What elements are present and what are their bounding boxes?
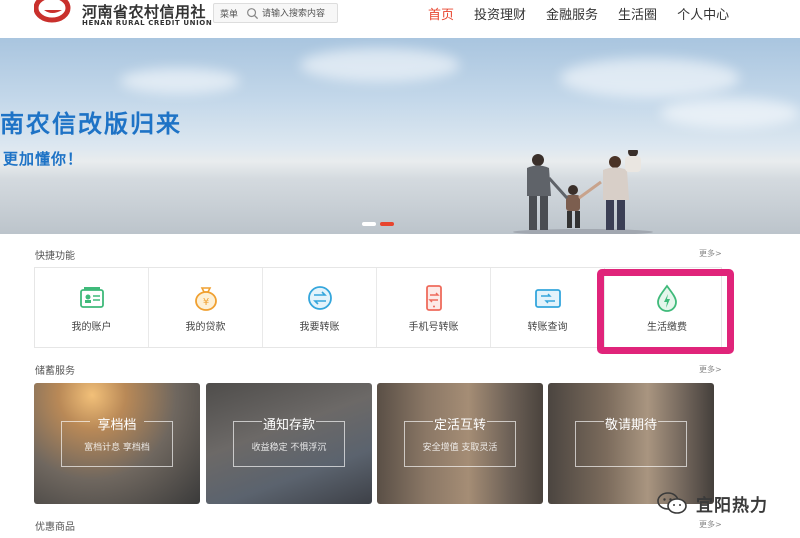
- nav-life-circle[interactable]: 生活圈: [618, 4, 657, 23]
- banner-cloud: [120, 68, 240, 94]
- banner-dot-1[interactable]: [362, 222, 376, 226]
- search-menu-button[interactable]: 菜单: [220, 7, 238, 20]
- banner-cloud: [560, 58, 740, 98]
- quick-item-transfer[interactable]: 我要转账: [263, 268, 377, 347]
- quick-item-label: 我要转账: [299, 322, 340, 333]
- hero-banner[interactable]: 南农信改版归来 更加懂你！: [0, 38, 800, 234]
- quick-item-utility-payment[interactable]: 生活缴费: [605, 268, 719, 347]
- watermark-text: 宜阳热力: [696, 496, 768, 516]
- transfer-icon: [308, 286, 332, 310]
- quick-functions-grid: 我的账户 ¥ 我的贷款 我要转账 手机号转账 转账查询 生活缴费: [34, 267, 722, 348]
- wechat-icon: [657, 492, 687, 514]
- nav-investment[interactable]: 投资理财: [474, 4, 526, 23]
- svg-text:¥: ¥: [203, 297, 209, 308]
- search-input[interactable]: [262, 6, 336, 21]
- search-bar: 菜单: [213, 3, 338, 23]
- quick-functions-more-link[interactable]: 更多>: [699, 248, 722, 259]
- banner-cloud: [300, 48, 460, 82]
- account-card-icon: [80, 287, 104, 308]
- family-photo: [513, 150, 653, 234]
- nav-personal-center[interactable]: 个人中心: [677, 4, 729, 23]
- money-bag-icon: ¥: [195, 287, 217, 311]
- logo-english-name: HENAN RURAL CREDIT UNION: [82, 19, 213, 27]
- bank-logo[interactable]: 河南省农村信用社 HENAN RURAL CREDIT UNION: [34, 0, 212, 30]
- banner-dot-2[interactable]: [380, 222, 394, 226]
- banner-pagination: [362, 222, 398, 228]
- offers-label: 优惠商品: [35, 522, 75, 533]
- savings-card-xiangdangdang[interactable]: 享档档 富档计息 享档档: [34, 383, 200, 504]
- top-header: 河南省农村信用社 HENAN RURAL CREDIT UNION 菜单 首页 …: [0, 0, 800, 38]
- phone-transfer-icon: [426, 285, 442, 311]
- quick-item-label: 我的账户: [71, 322, 112, 333]
- nav-home[interactable]: 首页: [428, 4, 454, 23]
- savings-card-desc: 收益稳定 不惧浮沉: [251, 443, 327, 453]
- quick-item-my-account[interactable]: 我的账户: [35, 268, 149, 347]
- banner-cloud: [660, 98, 800, 128]
- transfer-query-icon: [535, 289, 561, 308]
- wechat-watermark: 宜阳热力: [656, 490, 776, 516]
- banner-title: 南农信改版归来: [0, 110, 182, 138]
- quick-item-phone-transfer[interactable]: 手机号转账: [377, 268, 491, 347]
- savings-card-coming-soon[interactable]: 敬请期待: [548, 383, 714, 504]
- bank-logo-icon: [34, 0, 71, 23]
- utility-bill-icon: [657, 284, 677, 312]
- savings-card-desc: 安全增值 支取灵活: [422, 443, 498, 453]
- savings-services-more-link[interactable]: 更多>: [699, 364, 722, 375]
- quick-functions-label: 快捷功能: [35, 251, 75, 262]
- savings-cards: 享档档 富档计息 享档档 通知存款 收益稳定 不惧浮沉 定活互转 安全增值 支取…: [34, 383, 714, 504]
- quick-item-transfer-query[interactable]: 转账查询: [491, 268, 605, 347]
- quick-item-label: 手机号转账: [408, 322, 459, 333]
- savings-services-label: 储蓄服务: [35, 366, 75, 377]
- quick-item-label: 我的贷款: [185, 322, 226, 333]
- nav-financial-services[interactable]: 金融服务: [546, 4, 598, 23]
- savings-card-notice-deposit[interactable]: 通知存款 收益稳定 不惧浮沉: [206, 383, 372, 504]
- quick-item-label: 转账查询: [527, 322, 568, 333]
- search-icon[interactable]: [246, 7, 259, 20]
- savings-card-desc: 富档计息 享档档: [84, 443, 150, 453]
- savings-card-fixed-current-swap[interactable]: 定活互转 安全增值 支取灵活: [377, 383, 543, 504]
- offers-more-link[interactable]: 更多>: [699, 519, 722, 530]
- main-nav: 首页 投资理财 金融服务 生活圈 个人中心: [428, 4, 749, 23]
- banner-subtitle: 更加懂你！: [3, 150, 84, 168]
- quick-item-my-loan[interactable]: ¥ 我的贷款: [149, 268, 263, 347]
- savings-card-frame: [575, 421, 687, 467]
- quick-item-label: 生活缴费: [647, 322, 687, 333]
